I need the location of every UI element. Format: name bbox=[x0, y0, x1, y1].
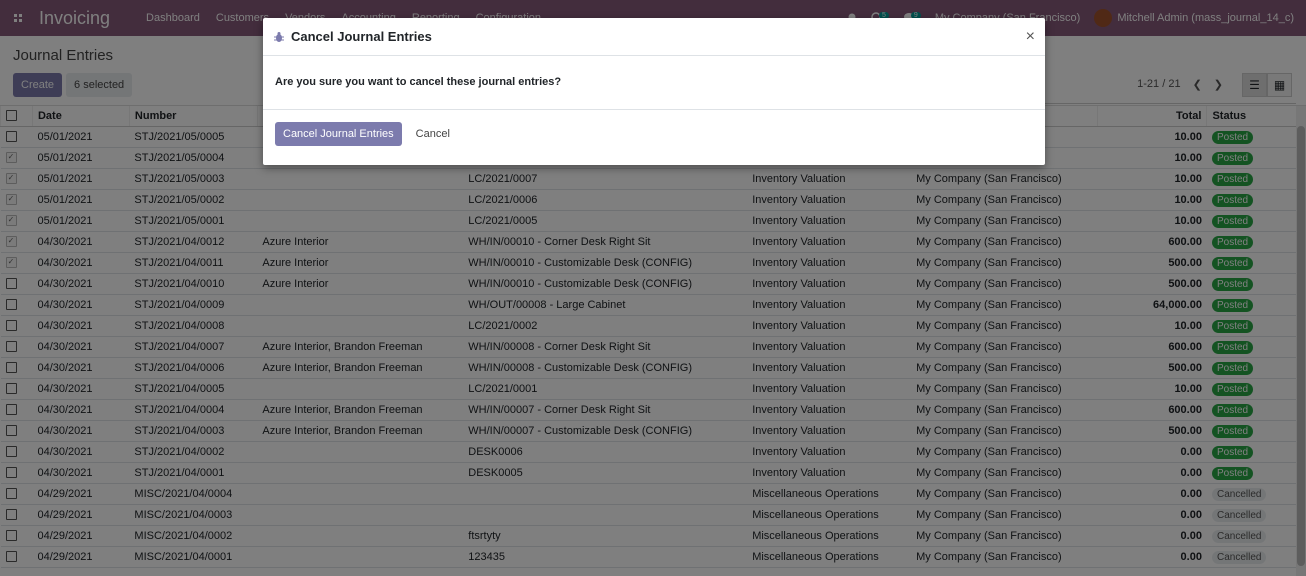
modal-title: Cancel Journal Entries bbox=[291, 29, 432, 44]
cancel-journal-entries-dialog: Cancel Journal Entries × Are you sure yo… bbox=[263, 18, 1045, 165]
modal-body: Are you sure you want to cancel these jo… bbox=[263, 56, 1045, 110]
close-icon[interactable]: × bbox=[1026, 28, 1035, 46]
confirm-cancel-entries-button[interactable]: Cancel Journal Entries bbox=[275, 122, 402, 146]
cancel-button[interactable]: Cancel bbox=[408, 122, 458, 146]
modal-footer: Cancel Journal Entries Cancel bbox=[263, 110, 1045, 158]
modal-header: Cancel Journal Entries × bbox=[263, 18, 1045, 56]
bug-icon bbox=[273, 31, 285, 43]
